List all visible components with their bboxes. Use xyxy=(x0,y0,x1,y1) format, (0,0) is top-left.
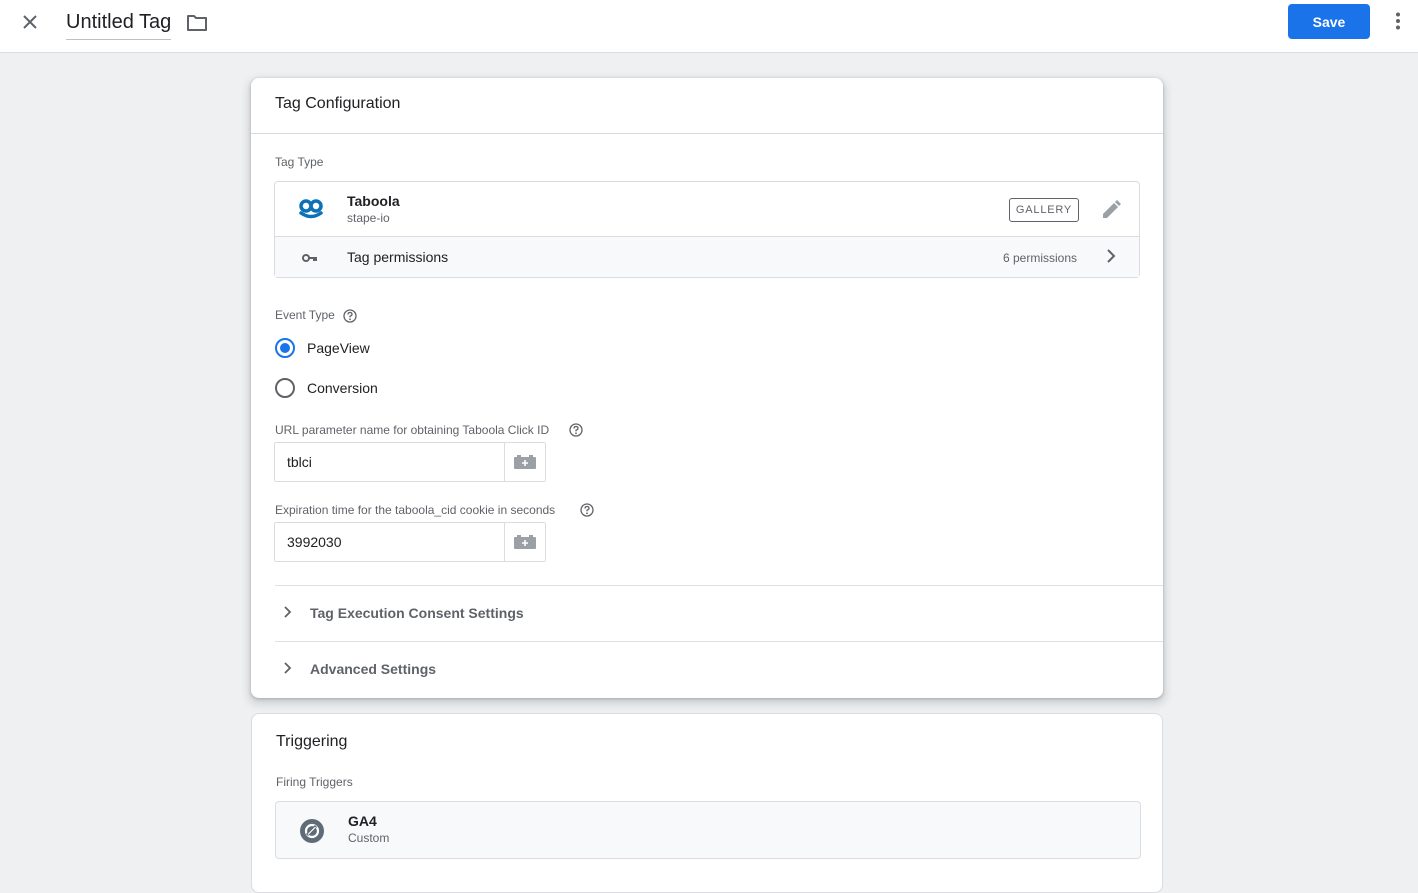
tag-type-name: Taboola xyxy=(347,193,400,209)
custom-event-trigger-icon xyxy=(300,819,324,848)
tag-configuration-card: Tag Configuration Tag Type Taboola stape… xyxy=(251,78,1163,698)
consent-settings-section[interactable]: Tag Execution Consent Settings xyxy=(275,585,1163,641)
trigger-item[interactable]: GA4 Custom xyxy=(275,801,1141,859)
advanced-settings-section[interactable]: Advanced Settings xyxy=(275,641,1163,697)
tag-permissions-row[interactable]: Tag permissions 6 permissions xyxy=(275,237,1139,277)
pencil-icon[interactable] xyxy=(1099,198,1123,222)
help-icon[interactable] xyxy=(580,503,594,522)
event-type-option-label: PageView xyxy=(307,340,370,356)
event-type-option-label: Conversion xyxy=(307,380,378,396)
radio-unchecked-icon[interactable] xyxy=(275,378,295,398)
trigger-name: GA4 xyxy=(348,813,377,829)
firing-triggers-label: Firing Triggers xyxy=(276,775,353,789)
triggering-card[interactable]: Triggering Firing Triggers GA4 Custom xyxy=(251,713,1163,893)
tag-permissions-label: Tag permissions xyxy=(347,249,449,265)
permissions-count: 6 permissions xyxy=(1003,251,1078,265)
tag-type-label: Tag Type xyxy=(275,155,324,169)
chevron-right-icon xyxy=(279,604,295,625)
expiration-input-group xyxy=(274,522,546,562)
help-icon[interactable] xyxy=(343,309,357,328)
trigger-type: Custom xyxy=(348,831,390,845)
consent-settings-label: Tag Execution Consent Settings xyxy=(310,605,524,621)
tag-type-box: Taboola stape-io GALLERY Tag permissions… xyxy=(274,181,1140,278)
tag-type-publisher: stape-io xyxy=(347,211,390,225)
tag-type-main-row[interactable]: Taboola stape-io GALLERY xyxy=(275,182,1139,237)
variable-picker-icon[interactable] xyxy=(504,443,545,481)
radio-checked-icon[interactable] xyxy=(275,338,295,358)
url-param-input-group xyxy=(274,442,546,482)
url-param-input[interactable] xyxy=(275,443,504,481)
tag-name-field[interactable]: Untitled Tag xyxy=(66,9,172,40)
url-param-label: URL parameter name for obtaining Taboola… xyxy=(275,423,550,437)
triggering-heading: Triggering xyxy=(276,733,348,750)
chevron-right-icon xyxy=(279,660,295,681)
top-bar: Untitled Tag Save xyxy=(0,0,1418,53)
tag-configuration-heading: Tag Configuration xyxy=(251,78,1163,134)
close-icon[interactable] xyxy=(18,10,42,34)
gallery-badge: GALLERY xyxy=(1009,198,1079,222)
more-vert-icon[interactable] xyxy=(1386,9,1410,33)
advanced-settings-label: Advanced Settings xyxy=(310,661,437,677)
event-type-conversion-radio[interactable]: Conversion xyxy=(275,378,378,398)
help-icon[interactable] xyxy=(569,423,583,442)
chevron-right-icon xyxy=(1101,246,1121,271)
expiration-label: Expiration time for the taboola_cid cook… xyxy=(275,503,556,517)
expiration-input[interactable] xyxy=(275,523,504,561)
folder-icon[interactable] xyxy=(185,11,209,35)
event-type-label: Event Type xyxy=(275,308,335,322)
key-icon xyxy=(302,250,318,268)
event-type-pageview-radio[interactable]: PageView xyxy=(275,338,370,358)
variable-picker-icon[interactable] xyxy=(504,523,545,561)
save-button[interactable]: Save xyxy=(1288,4,1370,39)
taboola-logo-icon xyxy=(299,199,323,224)
